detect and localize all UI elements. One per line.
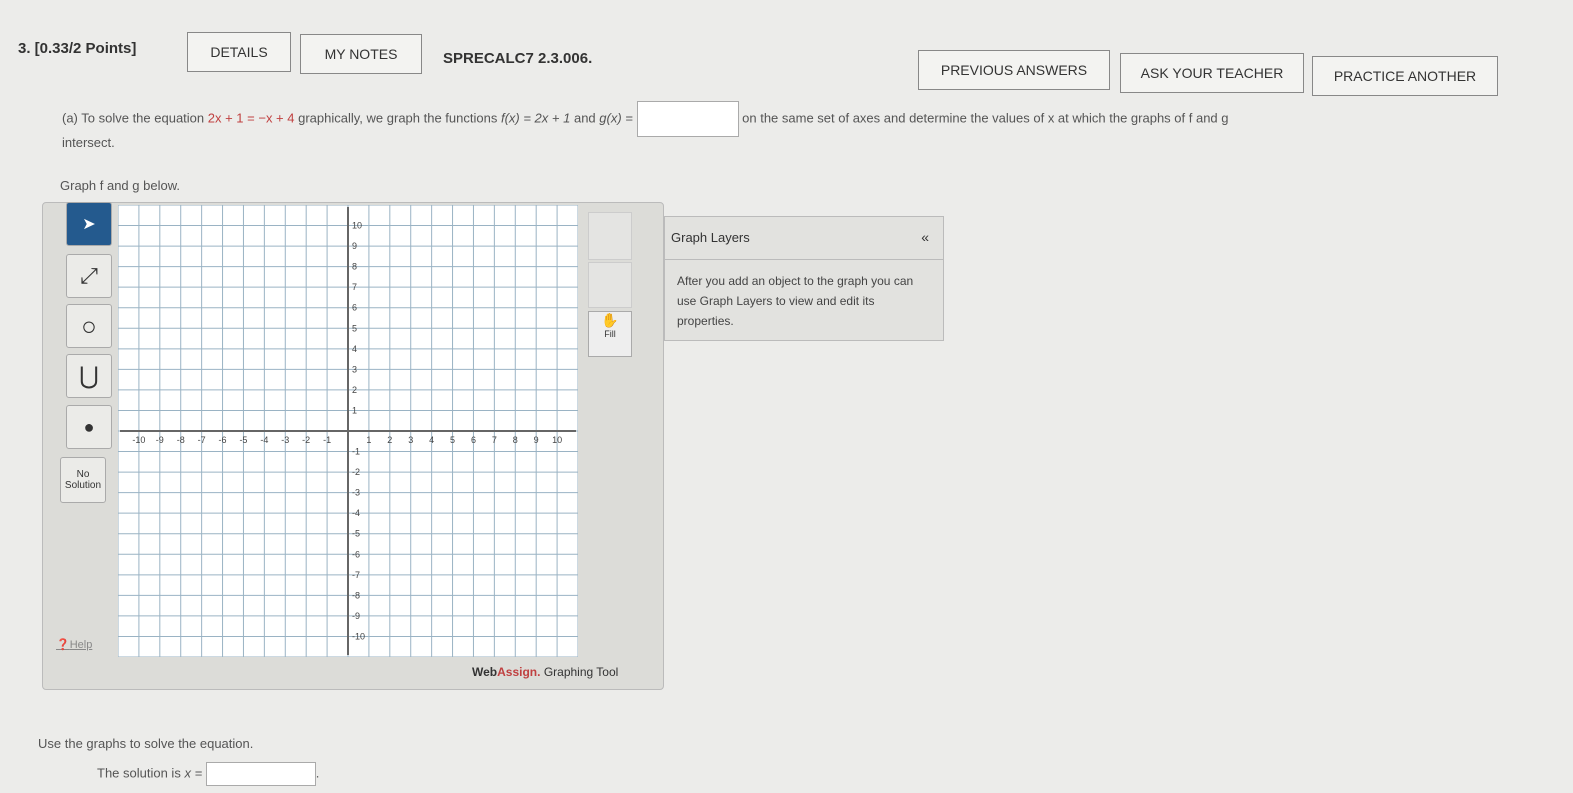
x-tick-label: -2 <box>302 435 310 445</box>
y-tick-label: -9 <box>352 611 360 621</box>
fill-label: Fill <box>604 329 616 339</box>
x-tick-label: -10 <box>132 435 145 445</box>
text: graphically, we graph the functions <box>298 110 498 126</box>
equation: 2x + 1 = −x + 4 <box>207 110 295 126</box>
graph-canvas[interactable]: -10 -10 -9 -9 -8 -8 -7 -7 -6 -6 -5 -5 -4 -4 -3 -3 -2 -2 -1… <box>118 205 578 657</box>
x-tick-label: 5 <box>450 435 455 445</box>
help-icon: ❓ <box>56 639 70 651</box>
solution-label: The solution is <box>97 765 181 781</box>
point-icon: ● <box>83 416 95 437</box>
x-tick-label: -9 <box>156 435 164 445</box>
y-tick-label: -7 <box>352 570 360 580</box>
x-tick-label: -3 <box>281 435 289 445</box>
layers-title: Graph Layers <box>671 230 750 245</box>
y-tick-label: -10 <box>352 631 365 641</box>
x-tick-label: 2 <box>387 435 392 445</box>
graph-layers-panel: Graph Layers « After you add an object t… <box>664 216 944 341</box>
fill-icon: ✋ <box>601 312 619 328</box>
x-tick-label: 8 <box>513 435 518 445</box>
x-tick-label: -6 <box>219 435 227 445</box>
circle-tool[interactable]: ○ <box>66 304 112 348</box>
x-tick-label: -1 <box>323 435 331 445</box>
x-tick-label: 6 <box>471 435 476 445</box>
parabola-tool[interactable]: ⋃ <box>66 354 112 398</box>
y-tick-label: -2 <box>352 467 360 477</box>
line-icon: ⤢ <box>80 263 98 288</box>
problem-text: (a) To solve the equation 2x + 1 = −x + … <box>62 101 1229 137</box>
x-tick-label: 10 <box>552 435 562 445</box>
x-tick-label: -7 <box>198 435 206 445</box>
question-number: 3. [0.33/2 Points] <box>18 40 137 57</box>
x-tick-label: -4 <box>260 435 268 445</box>
solve-prompt: Use the graphs to solve the equation. <box>38 736 254 751</box>
text: and <box>573 110 596 126</box>
y-tick-label: 9 <box>352 241 357 251</box>
problem-text-end: intersect. <box>62 135 115 150</box>
parabola-icon: ⋃ <box>79 362 99 390</box>
help-label: Help <box>69 639 93 651</box>
x-tick-label: 3 <box>408 435 413 445</box>
text: (a) To solve the equation <box>62 110 205 126</box>
solution-row: The solution is x = . <box>97 762 319 786</box>
y-tick-label: 4 <box>352 344 357 354</box>
y-tick-label: 5 <box>352 323 357 333</box>
x-tick-label: 4 <box>429 435 434 445</box>
fill-button[interactable]: ✋ Fill <box>588 311 632 357</box>
y-tick-label: -1 <box>352 447 360 457</box>
brand: WebAssign. Graphing Tool <box>472 665 619 679</box>
undo-button <box>588 212 632 260</box>
x-tick-label: 7 <box>492 435 497 445</box>
pointer-tool[interactable]: ➤ <box>66 202 112 246</box>
cursor-icon: ➤ <box>82 216 96 233</box>
collapse-layers-button[interactable]: « <box>921 229 929 245</box>
layers-help-text: After you add an object to the graph you… <box>677 274 914 328</box>
practice-another-button[interactable]: PRACTICE ANOTHER <box>1312 56 1498 96</box>
help-link[interactable]: ❓Help <box>56 638 92 651</box>
g-input[interactable] <box>636 101 739 137</box>
previous-answers-button[interactable]: PREVIOUS ANSWERS <box>918 50 1110 90</box>
problem-code: SPRECALC7 2.3.006. <box>443 50 593 67</box>
y-tick-label: 8 <box>352 262 357 272</box>
x-tick-label: -8 <box>177 435 185 445</box>
my-notes-button[interactable]: MY NOTES <box>300 34 422 74</box>
y-tick-label: -4 <box>352 508 360 518</box>
f-definition: f(x) = 2x + 1 <box>500 110 571 126</box>
x-tick-label: -5 <box>239 435 247 445</box>
y-tick-label: -3 <box>352 488 360 498</box>
text: on the same set of axes and determine th… <box>742 110 1229 126</box>
point-tool[interactable]: ● <box>66 405 112 449</box>
y-tick-label: -6 <box>352 549 360 559</box>
y-tick-label: 1 <box>352 405 357 415</box>
g-label: g(x) = <box>599 110 633 126</box>
graph-prompt: Graph f and g below. <box>60 178 180 193</box>
solution-input[interactable] <box>205 762 316 786</box>
delete-button <box>588 262 632 308</box>
y-tick-label: 3 <box>352 364 357 374</box>
x-tick-label: 9 <box>534 435 539 445</box>
variable-label: x = <box>184 765 203 781</box>
x-tick-label: 1 <box>366 435 371 445</box>
y-tick-label: 7 <box>352 282 357 292</box>
y-tick-label: 6 <box>352 303 357 313</box>
details-button[interactable]: DETAILS <box>187 32 291 72</box>
circle-icon: ○ <box>81 310 97 341</box>
y-tick-label: 10 <box>352 221 362 231</box>
no-solution-button[interactable]: No Solution <box>60 457 106 503</box>
ask-teacher-button[interactable]: ASK YOUR TEACHER <box>1120 53 1304 93</box>
y-tick-label: -8 <box>352 590 360 600</box>
y-tick-label: 2 <box>352 385 357 395</box>
y-tick-label: -5 <box>352 529 360 539</box>
line-tool[interactable]: ⤢ <box>66 254 112 298</box>
